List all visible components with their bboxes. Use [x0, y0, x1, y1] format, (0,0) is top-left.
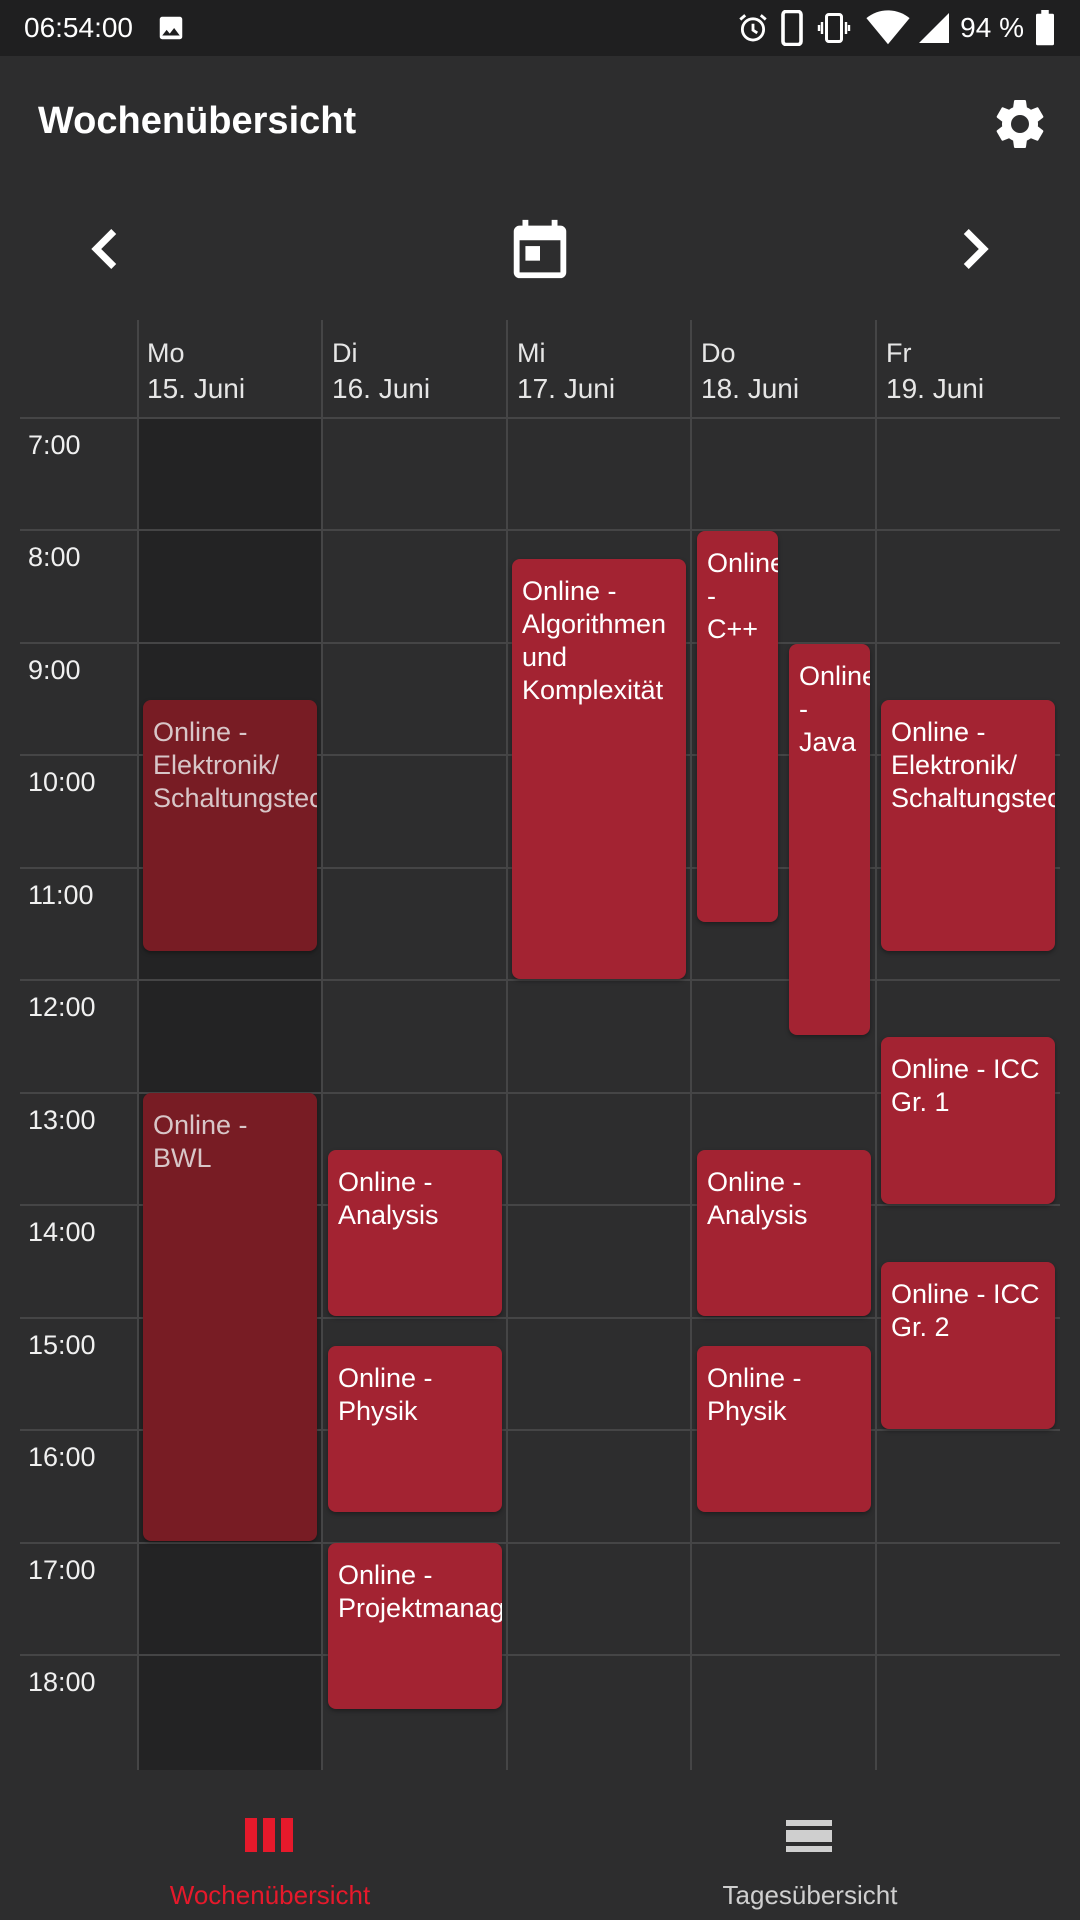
chevron-right-icon — [963, 229, 989, 269]
event-card[interactable]: Online - Physik — [328, 1346, 502, 1512]
tab-week-view[interactable]: Wochenübersicht — [0, 1780, 540, 1920]
event-card[interactable]: Online - ICC Gr. 2 — [881, 1262, 1055, 1429]
event-card[interactable]: Online - Physik — [697, 1346, 871, 1512]
day-header-weekday: Di — [332, 338, 358, 368]
event-card[interactable]: Online - BWL — [143, 1093, 317, 1541]
grid-column-line — [875, 320, 877, 1770]
page-title: Wochenübersicht — [38, 100, 357, 142]
event-card[interactable]: Online - Java — [789, 644, 870, 1035]
grid-row-line — [20, 979, 1060, 981]
day-header-date: 18. Juni — [701, 373, 800, 404]
settings-button[interactable] — [990, 94, 1050, 154]
grid-column-line — [690, 320, 692, 1770]
day-header-weekday: Mi — [517, 338, 546, 368]
wifi-icon — [866, 10, 910, 51]
hour-label: 18:00 — [28, 1667, 96, 1697]
day-header-mo[interactable]: Mo 15. Juni — [147, 338, 245, 405]
day-header-mi[interactable]: Mi 17. Juni — [517, 338, 615, 405]
hour-label: 15:00 — [28, 1330, 96, 1360]
status-time: 06:54:00 — [24, 12, 133, 43]
battery-percent: 94 % — [960, 12, 1024, 43]
grid-row-line — [20, 1542, 1060, 1544]
phone-icon — [780, 9, 804, 51]
status-bar: 06:54:00 94 % — [0, 0, 1080, 56]
event-card[interactable]: Online - Analysis — [697, 1150, 871, 1316]
event-card[interactable]: Online - Projektmanagement — [328, 1543, 502, 1709]
day-header-weekday: Fr — [886, 338, 912, 368]
image-icon — [156, 10, 186, 51]
day-header-weekday: Do — [701, 338, 736, 368]
previous-week-button[interactable] — [70, 214, 140, 284]
alarm-icon — [736, 10, 770, 51]
hour-label: 17:00 — [28, 1555, 96, 1585]
day-header-date: 19. Juni — [886, 373, 985, 404]
week-navigation — [0, 200, 1080, 300]
view-week-icon — [245, 1818, 293, 1852]
tab-day-view[interactable]: Tagesübersicht — [540, 1780, 1080, 1920]
battery-icon — [1036, 10, 1054, 51]
grid-row-line — [20, 417, 1060, 419]
app-bar: Wochenübersicht — [0, 56, 1080, 196]
event-card[interactable]: Online - Elektronik/ Schaltungstechnik — [881, 700, 1055, 951]
day-header-do[interactable]: Do 18. Juni — [701, 338, 799, 405]
bottom-navigation: Wochenübersicht Tagesübersicht — [0, 1780, 1080, 1920]
grid-column-line — [137, 320, 139, 1770]
hour-label: 10:00 — [28, 767, 96, 797]
calendar-today-icon — [513, 219, 567, 279]
hour-label: 12:00 — [28, 992, 96, 1022]
grid-row-line — [20, 1654, 1060, 1656]
event-card[interactable]: Online - ICC Gr. 1 — [881, 1037, 1055, 1204]
hour-label: 8:00 — [28, 542, 81, 572]
day-header-date: 17. Juni — [517, 373, 616, 404]
tab-day-label: Tagesübersicht — [722, 1880, 898, 1910]
hour-label: 16:00 — [28, 1442, 96, 1472]
signal-icon — [916, 10, 952, 51]
day-header-fr[interactable]: Fr 19. Juni — [886, 338, 984, 405]
day-header-weekday: Mo — [147, 338, 185, 368]
grid-column-line — [321, 320, 323, 1770]
grid-column-line — [506, 320, 508, 1770]
event-card[interactable]: Online - Elektronik/ Schaltungstechnik — [143, 700, 317, 951]
gear-icon — [996, 99, 1044, 148]
vibrate-icon — [816, 10, 852, 51]
hour-label: 9:00 — [28, 655, 81, 685]
current-week-button[interactable] — [505, 214, 575, 284]
day-header-date: 15. Juni — [147, 373, 246, 404]
tab-week-label: Wochenübersicht — [169, 1880, 371, 1910]
view-day-icon — [786, 1820, 832, 1852]
hour-label: 14:00 — [28, 1217, 96, 1247]
day-header-date: 16. Juni — [332, 373, 431, 404]
event-card[interactable]: Online - Analysis — [328, 1150, 502, 1316]
next-week-button[interactable] — [940, 214, 1010, 284]
hour-label: 13:00 — [28, 1105, 96, 1135]
chevron-left-icon — [91, 229, 117, 269]
grid-row-line — [20, 529, 1060, 531]
hour-label: 7:00 — [28, 430, 81, 460]
event-card[interactable]: Online - C++ — [697, 531, 778, 922]
day-header-di[interactable]: Di 16. Juni — [332, 338, 430, 405]
event-card[interactable]: Online - Algorithmen und Komplexität — [512, 559, 686, 979]
hour-label: 11:00 — [28, 880, 94, 910]
week-grid: Mo 15. Juni Di 16. Juni Mi 17. Juni Do 1… — [0, 320, 1080, 1770]
